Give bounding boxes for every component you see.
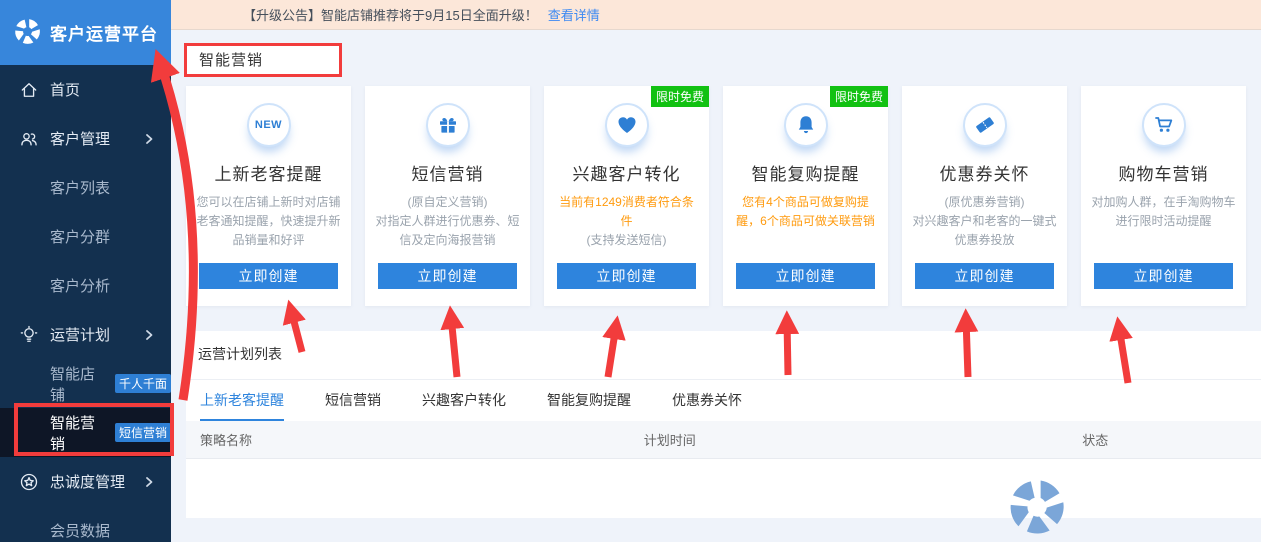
bulb-icon [18,324,40,346]
sidebar-item-badge: 短信营销 [115,423,171,442]
sidebar-item-2[interactable]: 客户列表 [0,163,171,212]
chevron-right-icon [143,133,155,145]
card-title: 优惠券关怀 [902,160,1067,185]
sidebar-item-8[interactable]: 忠诚度管理 [0,457,171,506]
star-circle-icon [18,471,40,493]
card-title: 上新老客提醒 [186,160,351,185]
card-description: (原优惠券营销)对兴趣客户和老客的一键式优惠券投放 [902,193,1067,250]
sidebar-item-label: 运营计划 [50,324,110,345]
table-body [186,459,1261,529]
sidebar-item-label: 客户分析 [50,275,110,296]
new-icon: NEW [247,103,291,147]
sidebar-item-label: 首页 [50,79,80,100]
plan-list-panel: 运营计划列表 上新老客提醒短信营销兴趣客户转化智能复购提醒优惠券关怀 策略名称计… [186,331,1261,518]
sidebar-item-6[interactable]: 智能店铺 千人千面 [0,359,171,408]
page-title-annotation-box: 智能营销 [184,43,342,77]
main-area: 【升级公告】智能店铺推荐将于9月15日全面升级！ 查看详情 智能营销 NEW 上… [171,0,1261,542]
create-now-button[interactable]: 立即创建 [199,263,338,289]
sidebar-item-label: 客户列表 [50,177,110,198]
sidebar-item-9[interactable]: 会员数据 [0,506,171,542]
plan-list-title: 运营计划列表 [198,344,282,364]
plan-list-header: 运营计划列表 [186,331,1261,379]
sidebar-item-label: 忠诚度管理 [50,471,125,492]
card-desc-line: 对指定人群进行优惠券、短信及定向海报营销 [375,212,520,250]
sidebar-item-7[interactable]: 智能营销 短信营销 [0,408,171,457]
card-description: 对加购人群，在手淘购物车进行限时活动提醒 [1081,193,1246,231]
card-desc-line: (原优惠券营销) [912,193,1057,212]
marketing-card-0: NEW 上新老客提醒 您可以在店铺上新时对店铺老客通知提醒，快速提升新品销量和好… [186,86,351,306]
sidebar-item-label: 会员数据 [50,520,110,541]
card-description: 您有4个商品可做复购提醒，6个商品可做关联营销 [723,193,888,231]
loading-spinner-icon [1008,478,1066,536]
column-header-2: 状态 [810,430,1261,449]
table-header-row: 策略名称计划时间状态 [186,421,1261,459]
card-desc-line: 您有4个商品可做复购提醒，6个商品可做关联营销 [733,193,878,231]
card-title: 购物车营销 [1081,160,1246,185]
view-details-link[interactable]: 查看详情 [548,5,600,24]
limited-free-badge: 限时免费 [830,86,888,107]
card-desc-line: 您可以在店铺上新时对店铺老客通知提醒，快速提升新品销量和好评 [196,193,341,250]
create-now-button[interactable]: 立即创建 [378,263,517,289]
sidebar-nav: 首页 客户管理 客户列表 客户分群 客户分析 运营计划 智能店铺 千人千面 智能… [0,65,171,542]
home-icon [18,79,40,101]
card-desc-line: 当前有1249消费者符合条件 [554,193,699,231]
marketing-card-5: 购物车营销 对加购人群，在手淘购物车进行限时活动提醒 立即创建 [1081,86,1246,306]
sidebar-item-label: 客户分群 [50,226,110,247]
limited-free-badge: 限时免费 [651,86,709,107]
column-header-1: 计划时间 [530,430,810,449]
marketing-card-4: 优惠券关怀 (原优惠券营销)对兴趣客户和老客的一键式优惠券投放 立即创建 [902,86,1067,306]
sidebar-item-1[interactable]: 客户管理 [0,114,171,163]
tab-0[interactable]: 上新老客提醒 [200,380,284,421]
card-description: (原自定义营销)对指定人群进行优惠券、短信及定向海报营销 [365,193,530,250]
announcement-text: 【升级公告】智能店铺推荐将于9月15日全面升级！ [243,5,538,24]
sidebar-item-5[interactable]: 运营计划 [0,310,171,359]
card-title: 智能复购提醒 [723,160,888,185]
sidebar: 客户运营平台 首页 客户管理 客户列表 客户分群 客户分析 运营计划 智能店铺 … [0,0,171,542]
card-desc-line: (支持发送短信) [554,231,699,250]
page-title: 智能营销 [199,52,263,69]
create-now-button[interactable]: 立即创建 [736,263,875,289]
card-desc-line: 对加购人群，在手淘购物车进行限时活动提醒 [1091,193,1236,231]
marketing-card-3: 限时免费 智能复购提醒 您有4个商品可做复购提醒，6个商品可做关联营销 立即创建 [723,86,888,306]
section-marker [186,347,189,361]
sidebar-item-label: 客户管理 [50,128,110,149]
pinwheel-logo-icon [14,18,41,48]
marketing-card-2: 限时免费 兴趣客户转化 当前有1249消费者符合条件(支持发送短信) 立即创建 [544,86,709,306]
tab-1[interactable]: 短信营销 [325,380,381,421]
card-description: 当前有1249消费者符合条件(支持发送短信) [544,193,709,250]
upgrade-announcement-banner: 【升级公告】智能店铺推荐将于9月15日全面升级！ 查看详情 [171,0,1261,30]
card-desc-line: (原自定义营销) [375,193,520,212]
marketing-card-1: 短信营销 (原自定义营销)对指定人群进行优惠券、短信及定向海报营销 立即创建 [365,86,530,306]
marketing-cards: NEW 上新老客提醒 您可以在店铺上新时对店铺老客通知提醒，快速提升新品销量和好… [186,86,1246,306]
tab-4[interactable]: 优惠券关怀 [672,380,742,421]
bell-icon [784,103,828,147]
app-title: 客户运营平台 [50,20,158,45]
card-title: 兴趣客户转化 [544,160,709,185]
sidebar-item-label: 智能营销 [50,412,103,454]
new-label: NEW [255,119,282,131]
sidebar-item-4[interactable]: 客户分析 [0,261,171,310]
create-now-button[interactable]: 立即创建 [557,263,696,289]
plan-tabs: 上新老客提醒短信营销兴趣客户转化智能复购提醒优惠券关怀 [186,379,1261,421]
tab-3[interactable]: 智能复购提醒 [547,380,631,421]
gift-icon [426,103,470,147]
sidebar-item-0[interactable]: 首页 [0,65,171,114]
card-title: 短信营销 [365,160,530,185]
create-now-button[interactable]: 立即创建 [1094,263,1233,289]
sidebar-item-3[interactable]: 客户分群 [0,212,171,261]
chevron-right-icon [143,329,155,341]
heart-icon [605,103,649,147]
card-desc-line: 对兴趣客户和老客的一键式优惠券投放 [912,212,1057,250]
chevron-right-icon [143,476,155,488]
column-header-0: 策略名称 [186,430,530,449]
sidebar-item-label: 智能店铺 [50,363,103,405]
create-now-button[interactable]: 立即创建 [915,263,1054,289]
card-description: 您可以在店铺上新时对店铺老客通知提醒，快速提升新品销量和好评 [186,193,351,250]
users-icon [18,128,40,150]
tab-2[interactable]: 兴趣客户转化 [422,380,506,421]
ticket-icon [963,103,1007,147]
sidebar-item-badge: 千人千面 [115,374,171,393]
app-logo[interactable]: 客户运营平台 [0,0,171,65]
cart-icon [1142,103,1186,147]
